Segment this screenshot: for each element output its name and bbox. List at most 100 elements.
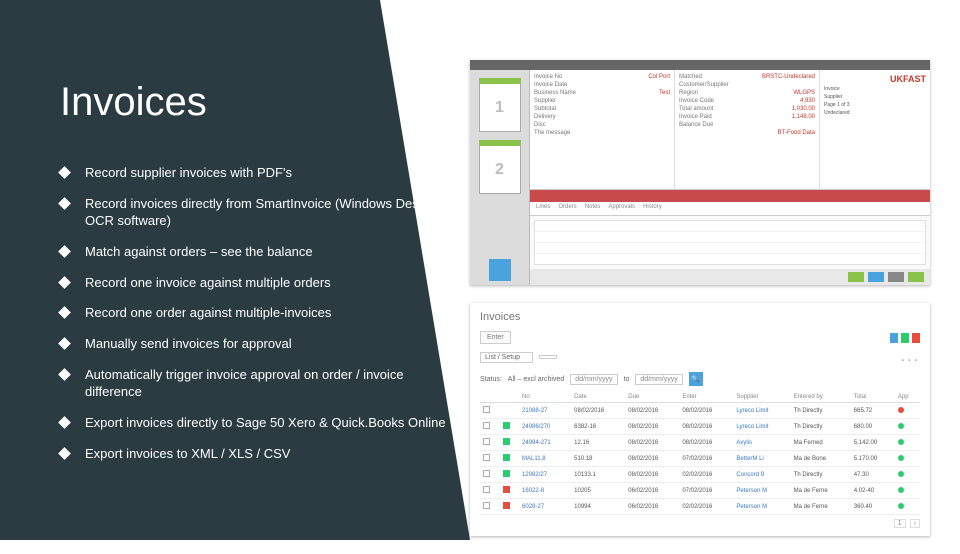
bullet-text: Manually send invoices for approval <box>85 336 460 353</box>
alert-bar <box>530 190 930 202</box>
form-row: Invoice Code 4,930 <box>679 98 815 104</box>
form-row: Matched BRSTC-Undeclared <box>679 74 815 80</box>
table-header: Entered by <box>791 392 851 403</box>
cell: 10133.1 <box>571 467 625 483</box>
approval-dot-icon <box>898 455 904 461</box>
field-value: 1,030.00 <box>792 106 815 112</box>
field-label: Invoice Date <box>534 82 567 88</box>
form-row: Supplier <box>534 98 670 104</box>
field-label: Customer/Supplier <box>679 82 729 88</box>
field-label: The message <box>534 130 570 136</box>
slide-content: Invoices Record supplier invoices with P… <box>60 80 460 477</box>
table-header: Due <box>625 392 679 403</box>
field-value: Col Port <box>648 74 670 80</box>
table-header: Supplier <box>733 392 790 403</box>
cell: 08/02/2016 <box>625 451 679 467</box>
cell: Th Directly <box>791 403 851 419</box>
page-thumb-2: 2 <box>479 140 521 194</box>
cell: 02/02/2016 <box>679 499 733 515</box>
cell: 5,142.00 <box>851 435 895 451</box>
side-line: Invoice <box>824 86 926 92</box>
status-square-icon <box>503 502 510 509</box>
invoices-table: NoDateDueEnterSupplierEntered byTotalApp… <box>480 392 920 515</box>
diamond-bullet-icon <box>58 166 71 179</box>
field-label: Supplier <box>534 98 556 104</box>
export-icon <box>901 333 909 343</box>
field-value: BT-Food Data <box>778 130 815 136</box>
diamond-bullet-icon <box>58 416 71 429</box>
status-chip-icon <box>908 272 924 282</box>
form-row: RegionWLGPS <box>679 90 815 96</box>
form-row: BT-Food Data <box>679 130 815 136</box>
supplier: BetterM Li <box>733 451 790 467</box>
diamond-bullet-icon <box>58 245 71 258</box>
detail-tab: Notes <box>585 204 601 213</box>
field-value: BRSTC-Undeclared <box>762 74 815 80</box>
brand-logo: UKFAST <box>890 74 926 84</box>
detail-tab: Orders <box>558 204 576 213</box>
invoice-no: 21088-27 <box>519 403 571 419</box>
cell: 360.40 <box>851 499 895 515</box>
form-row: Delivery <box>534 114 670 120</box>
table-row: 12082/2710133.108/02/201602/02/2016Conco… <box>480 467 920 483</box>
export-icon <box>912 333 920 343</box>
status-square-icon <box>503 438 510 445</box>
page-thumb-1: 1 <box>479 78 521 132</box>
bullet-item: Export invoices to XML / XLS / CSV <box>60 446 460 463</box>
side-line: Page 1 of 3 <box>824 102 926 108</box>
cell: 10205 <box>571 483 625 499</box>
cell: 510.18 <box>571 451 625 467</box>
approval-dot-icon <box>898 439 904 445</box>
bullet-item: Manually send invoices for approval <box>60 336 460 353</box>
cell: 10994 <box>571 499 625 515</box>
table-header: Total <box>851 392 895 403</box>
cell: 08/02/2016 <box>679 403 733 419</box>
approval-dot-icon <box>898 487 904 493</box>
field-label: Invoice Code <box>679 98 714 104</box>
row-checkbox <box>483 422 490 429</box>
field-label: Invoice Paid <box>679 114 712 120</box>
table-header <box>500 392 520 403</box>
form-row: Balance Due <box>679 122 815 128</box>
form-row: Invoice NoCol Port <box>534 74 670 80</box>
bullet-text: Export invoices to XML / XLS / CSV <box>85 446 460 463</box>
field-label: Matched <box>679 74 702 80</box>
form-row: The message <box>534 130 670 136</box>
field-value: 4,930 <box>800 98 815 104</box>
cell: 07/02/2016 <box>679 483 733 499</box>
more-icon: ... <box>901 348 920 366</box>
diamond-bullet-icon <box>58 337 71 350</box>
table-header: Enter <box>679 392 733 403</box>
bullet-text: Record supplier invoices with PDF's <box>85 165 460 182</box>
form-row: Subtotal <box>534 106 670 112</box>
invoice-no: MAL11.8 <box>519 451 571 467</box>
form-row: Customer/Supplier <box>679 82 815 88</box>
diamond-bullet-icon <box>58 276 71 289</box>
row-checkbox <box>483 438 490 445</box>
supplier: Peterson M <box>733 499 790 515</box>
table-row: 16022-81020506/02/201607/02/2016Peterson… <box>480 483 920 499</box>
date-to-input: dd/mm/yyyy <box>635 374 682 385</box>
detail-tab: Lines <box>536 204 550 213</box>
bullet-text: Export invoices directly to Sage 50 Xero… <box>85 415 460 432</box>
cell: 665.72 <box>851 403 895 419</box>
row-checkbox <box>483 470 490 477</box>
bullet-item: Record one order against multiple-invoic… <box>60 305 460 322</box>
supplier: Lyreco Limit <box>733 403 790 419</box>
detail-tab: History <box>643 204 662 213</box>
cell: 12.16 <box>571 435 625 451</box>
web-page-title: Invoices <box>480 311 920 323</box>
cell: 08/02/2016 <box>679 435 733 451</box>
supplier: Avylis <box>733 435 790 451</box>
field-label: Balance Due <box>679 122 713 128</box>
field-label: Delivery <box>534 114 556 120</box>
cell: Ma Ferned <box>791 435 851 451</box>
supplier: Peterson M <box>733 483 790 499</box>
field-label: Business Name <box>534 90 576 96</box>
bullet-text: Record one invoice against multiple orde… <box>85 275 460 292</box>
invoice-no: 24994-271 <box>519 435 571 451</box>
cell: 680.00 <box>851 419 895 435</box>
cell: 06/02/2016 <box>625 483 679 499</box>
enter-button: Enter <box>480 331 511 344</box>
cell: 08/02/2016 <box>571 403 625 419</box>
